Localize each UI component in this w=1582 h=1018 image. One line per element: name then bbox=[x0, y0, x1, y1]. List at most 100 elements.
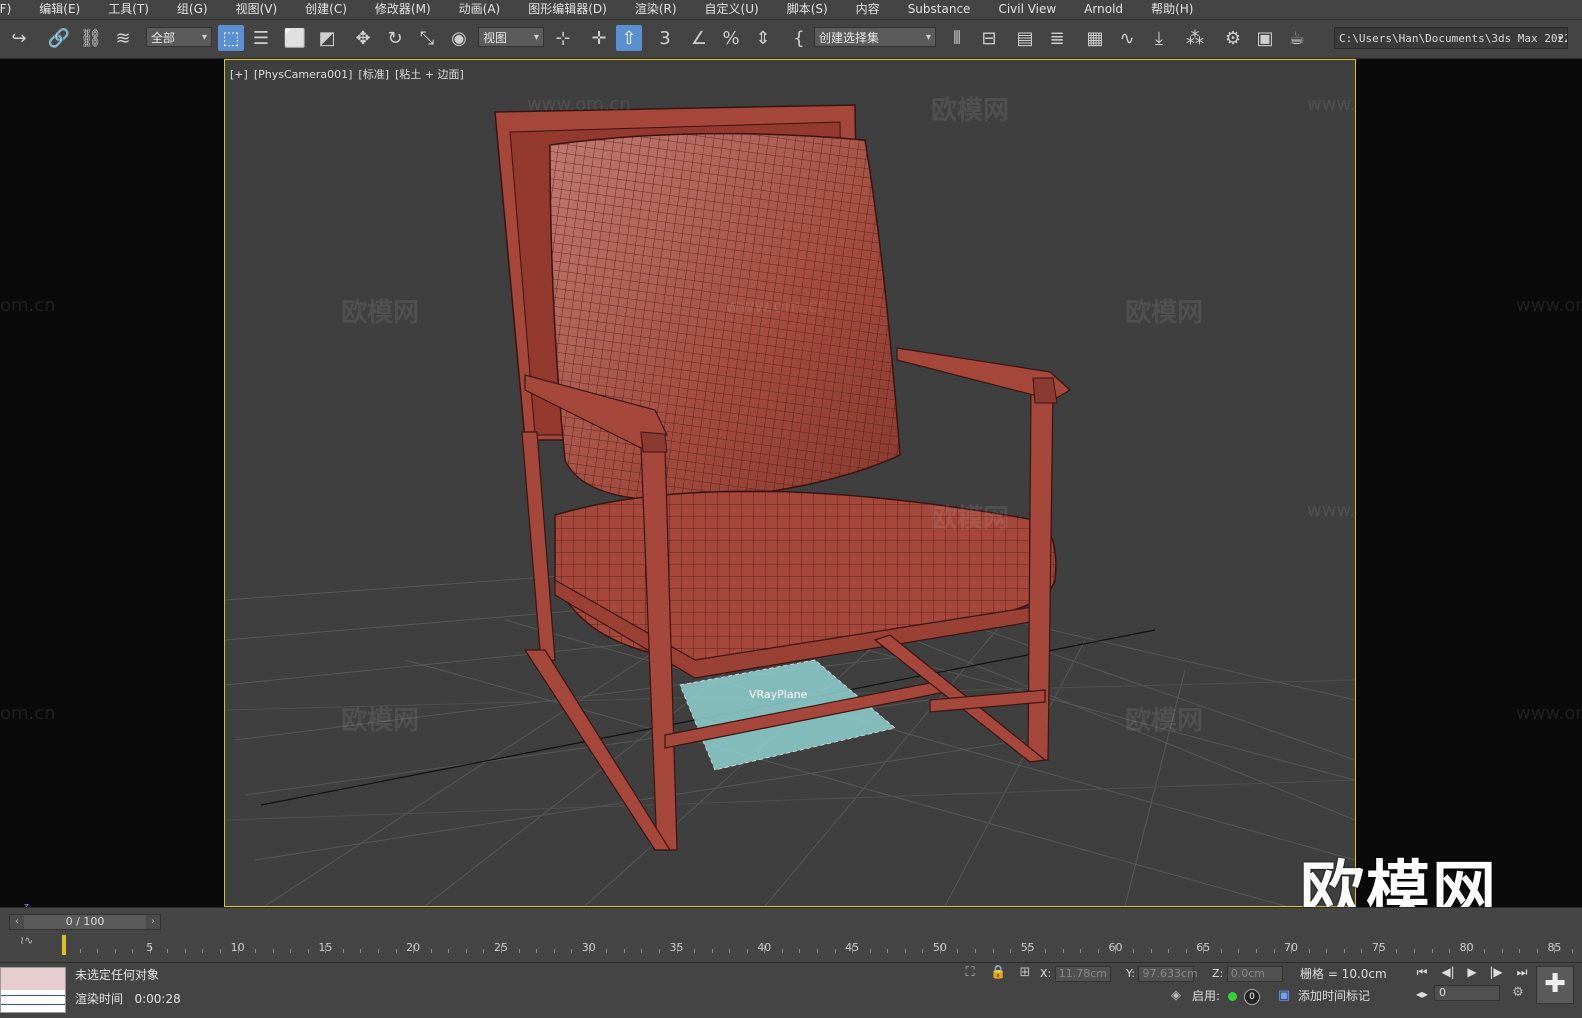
play-icon[interactable]: ▶ bbox=[1462, 963, 1482, 981]
redo-icon[interactable]: ↪ bbox=[6, 25, 32, 51]
move-icon[interactable]: ✥ bbox=[350, 25, 376, 51]
rendered-frame-window-icon[interactable]: ▣ bbox=[1252, 25, 1278, 51]
go-to-end-icon[interactable]: ⏭ bbox=[1512, 963, 1532, 981]
ruler-tick bbox=[518, 949, 520, 953]
previous-frame-icon[interactable]: ◀| bbox=[1438, 963, 1458, 981]
next-frame-icon[interactable]: › bbox=[146, 915, 160, 929]
edit-named-selection-icon[interactable]: { bbox=[786, 25, 812, 51]
menu-item[interactable]: 帮助(H) bbox=[1137, 0, 1207, 19]
window-crossing-icon[interactable]: ◩ bbox=[314, 25, 340, 51]
ruler-tick bbox=[1572, 949, 1573, 953]
maxscript-mini-listener[interactable] bbox=[0, 967, 66, 1013]
percent-snap-icon[interactable]: % bbox=[718, 25, 744, 51]
menu-item[interactable]: 创建(C) bbox=[291, 0, 361, 19]
ruler-tick bbox=[202, 949, 204, 953]
layer-explorer-icon[interactable]: ≣ bbox=[1044, 25, 1070, 51]
menu-item[interactable]: 图形编辑器(D) bbox=[514, 0, 621, 19]
select-manipulate-icon[interactable]: ✛ bbox=[586, 25, 612, 51]
x-coordinate[interactable]: X: 11.78cm bbox=[1040, 965, 1111, 983]
z-coordinate[interactable]: Z: 0.0cm bbox=[1212, 965, 1283, 983]
unlink-icon[interactable]: ⛓ bbox=[78, 25, 104, 51]
key-mode-icon[interactable]: ◂▸ bbox=[1412, 985, 1432, 1003]
menu-item[interactable]: 修改器(M) bbox=[361, 0, 445, 19]
link-icon[interactable]: 🔗 bbox=[46, 25, 72, 51]
ruler-tick bbox=[360, 949, 362, 953]
place-icon[interactable]: ◉ bbox=[446, 25, 472, 51]
time-tag-icon[interactable]: ▣ bbox=[1276, 988, 1292, 1004]
main-toolbar: ↪ 🔗 ⛓ ≋ 全部 ⬚ ☰ ⬜ ◩ ✥ ↻ ⤡ ◉ 视图 ⊹ ✛ ⇧ 3 ∠ … bbox=[0, 20, 1582, 59]
ruler-tick bbox=[114, 949, 116, 953]
ruler-label: 65 bbox=[1196, 941, 1211, 954]
render-setup-icon[interactable]: ⚙ bbox=[1220, 25, 1246, 51]
ruler-tick bbox=[711, 949, 713, 953]
select-object-icon[interactable]: ⬚ bbox=[218, 25, 244, 51]
ruler-tick bbox=[957, 949, 959, 953]
ruler-label: 80 bbox=[1459, 941, 1474, 954]
prev-frame-icon[interactable]: ‹ bbox=[10, 915, 24, 929]
menu-item[interactable]: 渲染(R) bbox=[621, 0, 691, 19]
menu-item[interactable]: 脚本(S) bbox=[773, 0, 842, 19]
absolute-mode-icon[interactable]: ⊞ bbox=[1017, 965, 1033, 981]
ruler-tick bbox=[395, 949, 397, 953]
mirror-icon[interactable]: ⫴ bbox=[944, 25, 970, 51]
current-frame-field[interactable]: 0 bbox=[1434, 985, 1500, 1001]
ruler-label: 30 bbox=[581, 941, 596, 954]
project-path-dropdown[interactable]: C:\Users\Han\Documents\3ds Max 2022 bbox=[1334, 27, 1568, 49]
ribbon-toggle-icon[interactable]: ▦ bbox=[1082, 25, 1108, 51]
reference-coordinate-dropdown[interactable]: 视图 bbox=[478, 27, 544, 48]
menu-item[interactable]: (F) bbox=[0, 0, 25, 19]
spinner-snap-icon[interactable]: ⇕ bbox=[750, 25, 776, 51]
time-cursor[interactable] bbox=[62, 935, 66, 955]
track-bar-ruler[interactable]: 5 10 15 20 25 30 35 40 45 50 55 60 65 70 75 80 85 bbox=[62, 933, 1573, 957]
named-selection-set-dropdown[interactable]: 创建选择集 bbox=[814, 27, 936, 48]
ruler-tick bbox=[1536, 949, 1538, 953]
select-by-name-icon[interactable]: ☰ bbox=[248, 25, 274, 51]
scene-explorer-icon[interactable]: ▤ bbox=[1012, 25, 1038, 51]
menu-item[interactable]: 工具(T) bbox=[94, 0, 163, 19]
time-configuration-icon[interactable]: ⚙ bbox=[1510, 985, 1526, 1001]
keyboard-shortcut-override-icon[interactable]: ⇧ bbox=[616, 25, 642, 51]
adaptive-degradation-icon[interactable]: ◈ bbox=[1168, 988, 1184, 1004]
curve-editor-icon[interactable]: ∿ bbox=[1114, 25, 1140, 51]
rotate-icon[interactable]: ↻ bbox=[382, 25, 408, 51]
angle-snap-icon[interactable]: ∠ bbox=[686, 25, 712, 51]
isolate-selection-icon[interactable]: ⛶ bbox=[962, 965, 978, 981]
render-production-icon[interactable]: ☕ bbox=[1284, 25, 1310, 51]
menu-item[interactable]: Arnold bbox=[1070, 0, 1137, 19]
align-icon[interactable]: ⊟ bbox=[976, 25, 1002, 51]
menu-item[interactable]: Substance bbox=[894, 0, 985, 19]
schematic-view-icon[interactable]: ⤓ bbox=[1146, 25, 1172, 51]
menu-item[interactable]: 组(G) bbox=[163, 0, 222, 19]
enable-count-badge[interactable]: 0 bbox=[1244, 989, 1260, 1005]
enable-status-dot bbox=[1228, 992, 1237, 1001]
scale-icon[interactable]: ⤡ bbox=[414, 25, 440, 51]
selection-lock-icon[interactable]: 🔒 bbox=[990, 965, 1006, 981]
material-editor-icon[interactable]: ⁂ bbox=[1182, 25, 1208, 51]
time-slider[interactable]: ‹ 0 / 100 › bbox=[9, 914, 161, 930]
ruler-label: 40 bbox=[757, 941, 772, 954]
ruler-tick bbox=[922, 949, 924, 953]
perspective-viewport[interactable]: [+] [PhysCamera001] [标准] [粘土 + 边面] 欧模网 w… bbox=[224, 59, 1356, 907]
menu-item[interactable]: 内容 bbox=[842, 0, 894, 19]
pivot-center-icon[interactable]: ⊹ bbox=[550, 25, 576, 51]
ruler-tick bbox=[1519, 949, 1521, 953]
next-frame-button-icon[interactable]: |▶ bbox=[1486, 963, 1506, 981]
rect-selection-region-icon[interactable]: ⬜ bbox=[282, 25, 308, 51]
bind-spacewarp-icon[interactable]: ≋ bbox=[110, 25, 136, 51]
ruler-tick bbox=[1326, 949, 1328, 953]
set-key-icon[interactable]: ✚ bbox=[1536, 966, 1574, 1004]
snaps-toggle-icon[interactable]: 3 bbox=[652, 25, 678, 51]
add-time-tag[interactable]: 添加时间标记 bbox=[1298, 987, 1370, 1005]
mini-curve-editor-icon[interactable]: ≀∿ bbox=[20, 934, 40, 950]
go-to-start-icon[interactable]: ⏮ bbox=[1412, 963, 1432, 981]
ruler-tick bbox=[430, 949, 432, 953]
menu-item[interactable]: Civil View bbox=[984, 0, 1070, 19]
menu-item[interactable]: 自定义(U) bbox=[691, 0, 773, 19]
selection-filter-dropdown[interactable]: 全部 bbox=[146, 27, 212, 48]
menu-item[interactable]: 动画(A) bbox=[445, 0, 515, 19]
menu-item[interactable]: 编辑(E) bbox=[25, 0, 94, 19]
y-coordinate[interactable]: Y: 97.633cm bbox=[1126, 965, 1198, 983]
watermark-url: www.om.cn bbox=[1516, 703, 1582, 724]
menu-item[interactable]: 视图(V) bbox=[222, 0, 292, 19]
ruler-tick bbox=[623, 949, 625, 953]
